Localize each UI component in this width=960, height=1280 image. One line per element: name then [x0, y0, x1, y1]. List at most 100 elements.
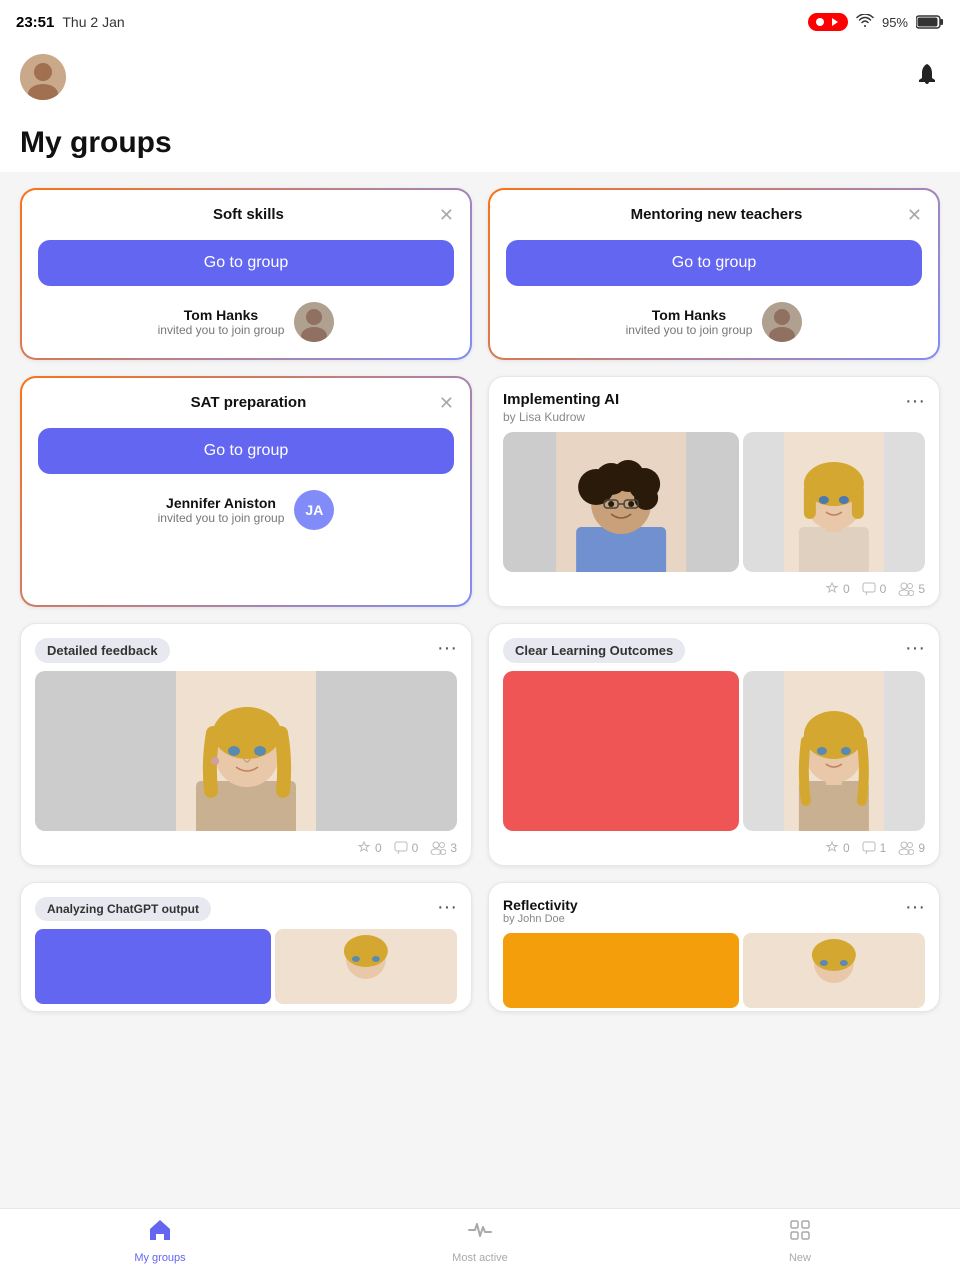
invite-text: Tom Hanks invited you to join group: [158, 307, 285, 337]
star-icon: [825, 582, 839, 596]
go-to-group-sat-button[interactable]: Go to group: [38, 428, 454, 474]
groups-grid: Soft skills ✕ Go to group Tom Hanks invi…: [0, 172, 960, 623]
card-header: Reflectivity by John Doe ···: [489, 883, 939, 933]
comments-stat: 0: [862, 582, 887, 596]
invite-info: Tom Hanks invited you to join group: [506, 302, 922, 342]
sat-prep-card: SAT preparation ✕ Go to group Jennifer A…: [20, 376, 472, 607]
card-images: [21, 671, 471, 831]
home-icon: [147, 1217, 173, 1248]
invite-text: Jennifer Aniston invited you to join gro…: [158, 495, 285, 525]
card-subtitle: by John Doe: [503, 913, 578, 925]
analyzing-chatgpt-card: Analyzing ChatGPT output ···: [20, 882, 472, 1012]
card-subtitle: by Lisa Kudrow: [503, 410, 905, 424]
card-header: Soft skills ✕: [22, 190, 470, 232]
comments-stat: 1: [862, 841, 887, 855]
more-options-button[interactable]: ···: [905, 638, 925, 658]
bottom-row: Analyzing ChatGPT output ··· Reflectivit…: [0, 882, 960, 1028]
activity-icon: [467, 1217, 493, 1248]
close-mentoring-button[interactable]: ✕: [907, 206, 922, 224]
more-options-button[interactable]: ···: [437, 897, 457, 917]
soft-skills-card: Soft skills ✕ Go to group Tom Hanks invi…: [20, 188, 472, 360]
more-options-button[interactable]: ···: [437, 638, 457, 658]
status-icons: 95%: [808, 13, 944, 31]
invite-desc: invited you to join group: [626, 323, 753, 337]
card-stats: 0 1 9: [489, 831, 939, 865]
bell-icon: [914, 62, 940, 88]
card-header: Implementing AI by Lisa Kudrow ···: [489, 377, 939, 432]
members-icon: [898, 582, 914, 596]
tab-most-active[interactable]: Most active: [320, 1217, 640, 1264]
user-avatar[interactable]: [20, 54, 66, 100]
tab-bar: My groups Most active New: [0, 1208, 960, 1280]
card-images: [489, 432, 939, 572]
group-image-red: [503, 671, 739, 831]
invite-info: Jennifer Aniston invited you to join gro…: [38, 490, 454, 530]
reflectivity-card: Reflectivity by John Doe ···: [488, 882, 940, 1012]
page-title: My groups: [0, 110, 960, 172]
wifi-icon: [856, 14, 874, 31]
more-options-button[interactable]: ···: [905, 897, 925, 917]
invite-text: Tom Hanks invited you to join group: [626, 307, 753, 337]
inviter-name: Tom Hanks: [626, 307, 753, 323]
card-title: SAT preparation: [58, 394, 439, 411]
clear-learning-card: Clear Learning Outcomes ···: [488, 623, 940, 866]
tag-badge: Detailed feedback: [35, 638, 170, 663]
tab-new-label: New: [789, 1252, 811, 1264]
close-sat-button[interactable]: ✕: [439, 394, 454, 412]
inviter-name: Tom Hanks: [158, 307, 285, 323]
close-soft-skills-button[interactable]: ✕: [439, 206, 454, 224]
comment-icon: [394, 841, 408, 855]
inviter-name: Jennifer Aniston: [158, 495, 285, 511]
record-button: [808, 13, 848, 31]
members-stat: 3: [430, 841, 457, 855]
stars-stat: 0: [357, 841, 382, 855]
invite-body: Go to group Jennifer Aniston invited you…: [22, 420, 470, 546]
status-bar: 23:51 Thu 2 Jan 95%: [0, 0, 960, 44]
mentoring-teachers-card: Mentoring new teachers ✕ Go to group Tom…: [488, 188, 940, 360]
card-header: SAT preparation ✕: [22, 378, 470, 420]
implementing-ai-card: Implementing AI by Lisa Kudrow ···: [488, 376, 940, 607]
star-icon: [357, 841, 371, 855]
inviter-avatar: [762, 302, 802, 342]
group-image-main: [503, 432, 739, 572]
card-header: Analyzing ChatGPT output ···: [21, 883, 471, 929]
group-image-second: [743, 671, 925, 831]
card-stats: 0 0 5: [489, 572, 939, 606]
members-stat: 5: [898, 582, 925, 596]
card-title: Implementing AI: [503, 391, 905, 408]
battery-percent: 95%: [882, 15, 908, 30]
battery-icon: [916, 15, 944, 29]
comment-icon: [862, 582, 876, 596]
record-dot: [816, 18, 824, 26]
card-header: Mentoring new teachers ✕: [490, 190, 938, 232]
card-header: Clear Learning Outcomes ···: [489, 624, 939, 671]
go-to-group-soft-skills-button[interactable]: Go to group: [38, 240, 454, 286]
tag-badge: Analyzing ChatGPT output: [35, 897, 211, 921]
status-date: Thu 2 Jan: [62, 14, 124, 30]
bottom-spacer: [0, 1028, 960, 1108]
star-icon: [825, 841, 839, 855]
card-title: Reflectivity: [503, 897, 578, 913]
tab-new[interactable]: New: [640, 1217, 960, 1264]
top-nav: [0, 44, 960, 110]
status-time: 23:51: [16, 14, 54, 31]
comment-icon: [862, 841, 876, 855]
stars-stat: 0: [825, 582, 850, 596]
group-image-main: [35, 671, 457, 831]
card-images: [489, 671, 939, 831]
invite-body: Go to group Tom Hanks invited you to joi…: [22, 232, 470, 358]
card-header: Detailed feedback ···: [21, 624, 471, 671]
detailed-feedback-card: Detailed feedback ···: [20, 623, 472, 866]
members-icon: [430, 841, 446, 855]
tab-my-groups[interactable]: My groups: [0, 1217, 320, 1264]
members-icon: [898, 841, 914, 855]
members-stat: 9: [898, 841, 925, 855]
invite-info: Tom Hanks invited you to join group: [38, 302, 454, 342]
group-image-second: [743, 432, 925, 572]
more-options-button[interactable]: ···: [905, 391, 925, 411]
notification-bell[interactable]: [914, 62, 940, 93]
go-to-group-mentoring-button[interactable]: Go to group: [506, 240, 922, 286]
card-title: Mentoring new teachers: [526, 206, 907, 223]
comments-stat: 0: [394, 841, 419, 855]
tag-badge: Clear Learning Outcomes: [503, 638, 685, 663]
